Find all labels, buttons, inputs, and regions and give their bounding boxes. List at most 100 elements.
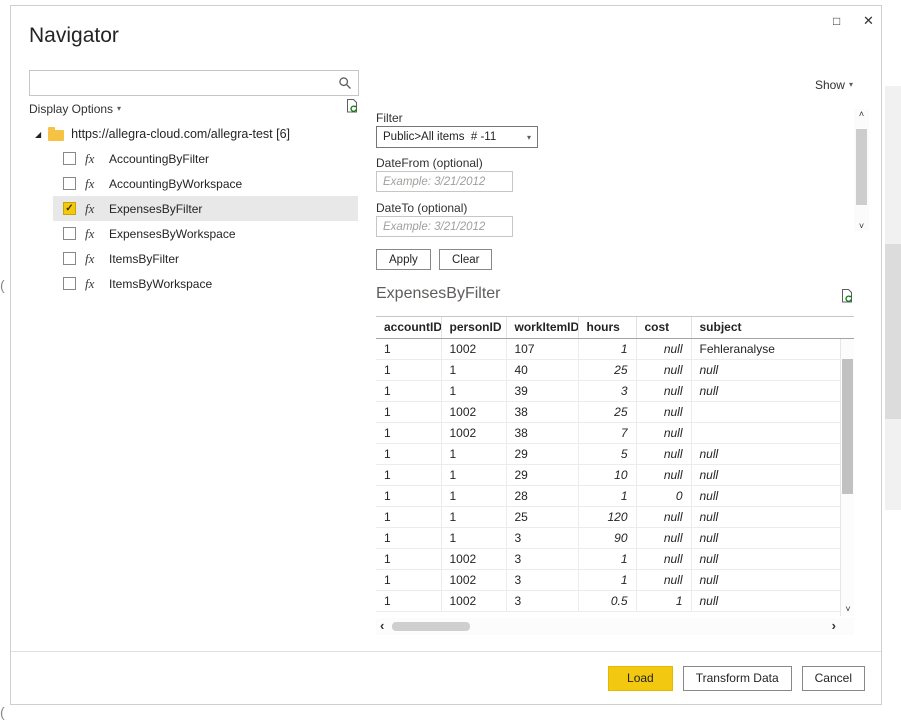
table-cell: 1 (578, 485, 636, 506)
table-cell: 1 (376, 380, 441, 401)
tree-item-label: AccountingByFilter (109, 152, 209, 166)
column-header: hours (578, 317, 636, 338)
scroll-right-icon[interactable]: › (832, 618, 836, 633)
table-row: 112810null (376, 485, 854, 506)
checkbox[interactable] (63, 252, 76, 265)
table-cell: 1 (376, 527, 441, 548)
close-icon[interactable]: ✕ (863, 13, 874, 29)
table-row: 110023825null (376, 401, 854, 422)
scrollbar-thumb[interactable] (842, 359, 853, 494)
table-row: 1125120nullnull (376, 506, 854, 527)
background-scrollbar-thumb (885, 244, 901, 419)
apply-button[interactable]: Apply (376, 249, 431, 270)
folder-icon (48, 130, 64, 141)
table-cell: 1 (376, 359, 441, 380)
table-vertical-scrollbar[interactable]: ˅ (840, 339, 854, 616)
table-row: 1100231nullnull (376, 548, 854, 569)
scroll-down-icon[interactable]: ˅ (841, 604, 855, 614)
table-cell: 3 (506, 527, 578, 548)
tree-root[interactable]: ◢ https://allegra-cloud.com/allegra-test… (35, 127, 290, 141)
table-cell: 39 (506, 380, 578, 401)
expander-icon[interactable]: ◢ (35, 130, 41, 139)
show-dropdown[interactable]: Show ▾ (815, 78, 853, 92)
checkbox[interactable] (63, 277, 76, 290)
table-cell: 1 (376, 422, 441, 443)
tree-root-label: https://allegra-cloud.com/allegra-test [… (71, 127, 290, 141)
cancel-button[interactable]: Cancel (802, 666, 865, 691)
table-row: 1100231nullnull (376, 569, 854, 590)
minimize-icon[interactable]: □ (833, 14, 840, 28)
function-icon: fx (85, 251, 100, 267)
table-cell: null (636, 359, 691, 380)
datefrom-field[interactable] (376, 171, 513, 192)
checkbox[interactable] (63, 152, 76, 165)
table-row: 11295nullnull (376, 443, 854, 464)
table-cell: 1 (441, 380, 506, 401)
display-options-label: Display Options (29, 102, 113, 116)
refresh-icon[interactable] (344, 98, 360, 120)
table-cell: 1 (376, 464, 441, 485)
scrollbar-thumb[interactable] (856, 129, 867, 205)
scrollbar-thumb[interactable] (392, 622, 470, 631)
tree-item[interactable]: fxAccountingByFilter (53, 146, 358, 171)
clear-button[interactable]: Clear (439, 249, 492, 270)
tree-item[interactable]: fxItemsByWorkspace (53, 271, 358, 296)
chevron-down-icon: ▾ (849, 80, 853, 89)
checkbox[interactable] (63, 227, 76, 240)
table-cell: 3 (506, 590, 578, 611)
dateto-field[interactable] (376, 216, 513, 237)
table-cell: 1 (376, 569, 441, 590)
table-cell: null (691, 590, 854, 611)
scroll-left-icon[interactable]: ‹ (380, 618, 384, 633)
show-label: Show (815, 78, 845, 92)
filter-scrollbar[interactable]: ˄ ˅ (854, 109, 869, 231)
table-cell: 1 (376, 590, 441, 611)
table-cell: null (636, 569, 691, 590)
table-cell: 0 (636, 485, 691, 506)
table-row: 112910nullnull (376, 464, 854, 485)
tree-item[interactable]: ✓fxExpensesByFilter (53, 196, 358, 221)
table-cell: 1 (578, 338, 636, 359)
table-cell: null (636, 527, 691, 548)
table-cell: null (691, 506, 854, 527)
tree-item-label: ExpensesByFilter (109, 202, 202, 216)
display-options-dropdown[interactable]: Display Options ▾ (29, 102, 121, 116)
table-row: 11002387null (376, 422, 854, 443)
search-icon[interactable] (338, 76, 358, 90)
background-text-fragment: ( (0, 704, 5, 720)
table-row: 11393nullnull (376, 380, 854, 401)
table-cell: 0.5 (578, 590, 636, 611)
table-cell: 29 (506, 443, 578, 464)
table-cell: null (691, 464, 854, 485)
table-cell: 7 (578, 422, 636, 443)
table-cell: 1002 (441, 569, 506, 590)
checkbox[interactable] (63, 177, 76, 190)
transform-data-button[interactable]: Transform Data (683, 666, 792, 691)
table-cell: null (691, 443, 854, 464)
tree-item[interactable]: fxAccountingByWorkspace (53, 171, 358, 196)
tree-item-label: ItemsByFilter (109, 252, 179, 266)
column-header: personID (441, 317, 506, 338)
load-button[interactable]: Load (608, 666, 673, 691)
function-icon: fx (85, 176, 100, 192)
column-header: workItemID (506, 317, 578, 338)
scroll-up-icon[interactable]: ˄ (854, 109, 869, 119)
checkbox[interactable]: ✓ (63, 202, 76, 215)
table-cell: 1 (376, 338, 441, 359)
tree-item[interactable]: fxExpensesByWorkspace (53, 221, 358, 246)
chevron-down-icon: ▾ (117, 104, 121, 113)
table-horizontal-scrollbar[interactable]: ‹ › (376, 618, 854, 635)
table-cell: 1 (441, 527, 506, 548)
table-cell: 1 (578, 569, 636, 590)
scroll-down-icon[interactable]: ˅ (854, 221, 869, 231)
tree-item-label: ItemsByWorkspace (109, 277, 212, 291)
table-cell: 1002 (441, 401, 506, 422)
table-cell: 38 (506, 401, 578, 422)
filter-dropdown[interactable]: Public>All items # -11 ▾ (376, 126, 538, 148)
tree-item[interactable]: fx ItemsByFilter (53, 246, 358, 271)
search-input[interactable] (30, 71, 338, 95)
refresh-icon[interactable] (839, 288, 855, 310)
table-cell: 3 (506, 569, 578, 590)
table-cell: null (636, 443, 691, 464)
table-cell: 1 (441, 359, 506, 380)
